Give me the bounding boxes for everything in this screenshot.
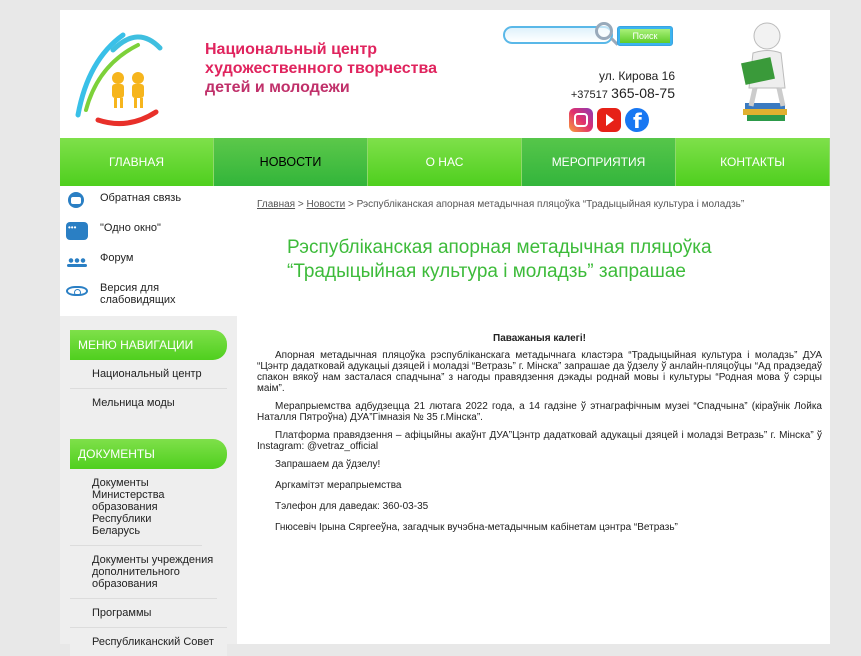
search-box: Поиск: [503, 22, 675, 48]
quick-links: Обратная связь "Одно окно" Форум Версия …: [60, 188, 237, 316]
main-content: Главная > Новости > Рэспубліканская апор…: [247, 188, 830, 568]
site-title[interactable]: Национальный центр художественного творч…: [205, 40, 437, 97]
documents-list: Документы Министерства образования Респу…: [70, 469, 227, 656]
social-links: [569, 108, 653, 133]
nav-menu-item[interactable]: Мельница моды: [70, 389, 227, 417]
phone: +37517 365-08-75: [540, 85, 675, 104]
site-logo[interactable]: [68, 20, 168, 130]
eye-icon: [66, 286, 88, 296]
phone-number: 365-08-75: [611, 85, 675, 101]
breadcrumb-separator: >: [347, 199, 354, 210]
article-title: Рэспубліканская апорная метадычная пляцо…: [287, 237, 712, 282]
youtube-icon[interactable]: [597, 108, 621, 132]
site-title-line2: художественного творчества: [205, 60, 438, 77]
breadcrumb-news[interactable]: Новости: [306, 199, 345, 210]
sidebar: Обратная связь "Одно окно" Форум Версия …: [60, 188, 237, 656]
documents-item[interactable]: Документы Министерства образования Респу…: [70, 469, 202, 546]
documents-heading: ДОКУМЕНТЫ: [70, 439, 227, 469]
breadcrumb-separator: >: [297, 199, 304, 210]
article-paragraph: Тэлефон для даведак: 360-03-35: [275, 501, 429, 512]
quick-link-label: Обратная связь: [100, 192, 182, 204]
page: Национальный центр художественного творч…: [60, 10, 830, 656]
nav-menu-item[interactable]: Национальный центр: [70, 360, 227, 389]
search-button-label: Поиск: [620, 29, 670, 43]
breadcrumb: Главная > Новости > Рэспубліканская апор…: [257, 199, 744, 210]
breadcrumb-home[interactable]: Главная: [257, 199, 295, 210]
nav-news[interactable]: НОВОСТИ: [214, 138, 368, 186]
article-paragraph: Запрашаем да ўдзелу!: [275, 459, 381, 470]
site-title-line1: Национальный центр: [205, 41, 378, 58]
quick-link-label: Версия для слабовидящих: [100, 282, 176, 306]
documents-item[interactable]: Документы учреждения дополнительного обр…: [70, 546, 217, 599]
quick-link-forum[interactable]: Форум: [60, 252, 237, 282]
article-paragraph: Аргкамітэт мерапрыемства: [275, 480, 402, 491]
quick-link-low-vision[interactable]: Версия для слабовидящих: [60, 282, 237, 316]
facebook-icon[interactable]: [625, 108, 649, 133]
window-icon: [66, 222, 88, 240]
reading-figure-image: [741, 22, 787, 121]
article-paragraph: Мерапрыемства адбудзецца 21 лютага 2022 …: [257, 401, 822, 423]
article-greeting: Паважаныя калегі!: [493, 333, 586, 344]
quick-link-label: Форум: [100, 252, 134, 264]
documents-item[interactable]: Программы: [70, 599, 227, 628]
forum-icon: [66, 252, 88, 270]
chat-icon: [68, 192, 84, 208]
nav-about[interactable]: О НАС: [368, 138, 522, 186]
nav-contacts[interactable]: КОНТАКТЫ: [676, 138, 830, 186]
address: ул. Кирова 16: [598, 69, 675, 83]
article-paragraph: Гнюсевіч Ірына Сяргееўна, загадчык вучэб…: [275, 522, 678, 533]
breadcrumb-current: Рэспубліканская апорная метадычная пляцо…: [356, 199, 745, 210]
search-button[interactable]: Поиск: [617, 26, 673, 46]
main-nav: ГЛАВНАЯ НОВОСТИ О НАС МЕРОПРИЯТИЯ КОНТАК…: [60, 138, 830, 186]
article-body: Паважаныя калегі! Апорная метадычная пля…: [257, 333, 822, 543]
article-paragraph: Платформа правядзення – афіцыйны акаўнт …: [257, 430, 822, 452]
nav-menu-heading: МЕНЮ НАВИГАЦИИ: [70, 330, 227, 360]
quick-link-label: "Одно окно": [100, 222, 161, 234]
nav-menu-list: Национальный центр Мельница моды: [70, 360, 227, 417]
quick-link-feedback[interactable]: Обратная связь: [60, 192, 237, 222]
instagram-icon[interactable]: [569, 108, 593, 132]
quick-link-one-window[interactable]: "Одно окно": [60, 222, 237, 252]
article-paragraph: Апорная метадычная пляцоўка рэспубліканс…: [257, 350, 822, 394]
documents-item[interactable]: Республиканский Совет: [70, 628, 227, 656]
search-icon: [595, 22, 613, 40]
contact-info: ул. Кирова 16 +37517 365-08-75: [540, 68, 675, 104]
nav-home[interactable]: ГЛАВНАЯ: [60, 138, 214, 186]
phone-prefix: +37517: [570, 89, 608, 101]
nav-events[interactable]: МЕРОПРИЯТИЯ: [522, 138, 676, 186]
site-title-line3: детей и молодежи: [205, 79, 350, 96]
